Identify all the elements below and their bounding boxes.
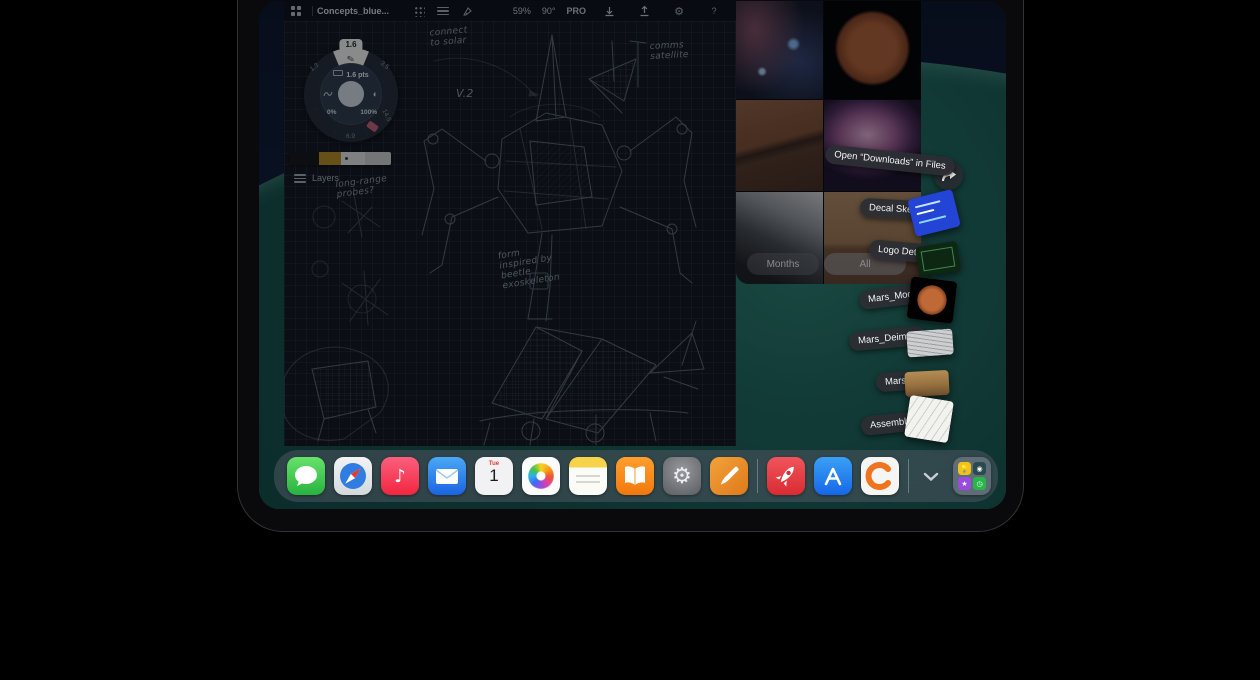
- annotation-connect-solar: connect to solar: [429, 25, 469, 48]
- dock-photos-icon[interactable]: [522, 457, 560, 495]
- photo-orion-nebula[interactable]: [824, 100, 921, 191]
- zoom-level[interactable]: 59%: [513, 6, 531, 16]
- segment-all[interactable]: All: [824, 253, 906, 275]
- dock-music-icon[interactable]: ♪: [381, 457, 419, 495]
- rotation-angle[interactable]: 90°: [542, 6, 556, 16]
- share-forward-icon[interactable]: [934, 161, 963, 190]
- ipad-screen: Concepts_blue... 59% 90° PRO ⚙: [259, 1, 1006, 509]
- photos-flower-icon: [528, 463, 554, 489]
- app-grid-icon[interactable]: [288, 4, 304, 18]
- selection-lines-icon[interactable]: [435, 4, 451, 18]
- photo-nebula-flame[interactable]: [736, 1, 823, 99]
- dock-rocket-icon[interactable]: [767, 457, 805, 495]
- annotation-version: V.2: [456, 89, 474, 99]
- applib-tips-icon: 💡: [958, 462, 971, 475]
- applib-star-icon: ★: [958, 477, 971, 490]
- segment-months[interactable]: Months: [747, 253, 819, 275]
- dock-divider: [757, 459, 758, 493]
- dock-app-library-icon[interactable]: 💡 ◉ ★ ◷: [953, 457, 991, 495]
- dock-concepts-icon[interactable]: [710, 457, 748, 495]
- dock-c-app-icon[interactable]: [861, 457, 899, 495]
- export-icon[interactable]: [636, 4, 652, 18]
- import-icon[interactable]: [601, 4, 617, 18]
- concepts-app-window: Concepts_blue... 59% 90° PRO ⚙: [284, 1, 736, 446]
- wheel-center-knob[interactable]: [338, 81, 364, 107]
- document-title[interactable]: Concepts_blue...: [317, 6, 389, 16]
- pen-nib-icon[interactable]: [459, 4, 475, 18]
- color-strip[interactable]: [289, 152, 391, 165]
- drawing-canvas[interactable]: connect to solar comms satellite V.2 lon…: [284, 21, 736, 446]
- dock-notes-icon[interactable]: [569, 457, 607, 495]
- dock-safari-icon[interactable]: [334, 457, 372, 495]
- applib-clock-icon: ◷: [973, 477, 986, 490]
- dock-appstore-icon[interactable]: [814, 457, 852, 495]
- dock-mail-icon[interactable]: [428, 457, 466, 495]
- photos-app-window: Months All: [736, 1, 921, 284]
- calendar-day: 1: [475, 467, 513, 484]
- pro-badge[interactable]: PRO: [566, 6, 586, 16]
- photo-mars-landscape[interactable]: [736, 100, 823, 191]
- opacity-max-label: 100%: [360, 109, 377, 116]
- brush-size-label: 1.6 pts: [320, 70, 382, 79]
- color-swatch-gold[interactable]: [319, 152, 341, 165]
- opacity-min-label: 0%: [327, 109, 336, 116]
- active-size-tab: 1.6: [339, 39, 362, 50]
- applib-camera-icon: ◉: [973, 462, 986, 475]
- color-swatch-lightgray[interactable]: [341, 152, 365, 165]
- contrast-icon[interactable]: ◐: [373, 89, 378, 99]
- tool-wheel[interactable]: ✎ 1.6 1.3 3.5 6.9 14.5 1.6 pts 0% 100% ◐: [304, 48, 398, 142]
- toolbar-divider: [312, 6, 313, 16]
- dock-chevron-down-icon[interactable]: [918, 457, 944, 495]
- layers-button[interactable]: Layers: [294, 172, 339, 185]
- dock-calendar-icon[interactable]: Tue 1: [475, 457, 513, 495]
- concepts-toolbar: Concepts_blue... 59% 90° PRO ⚙: [284, 1, 736, 21]
- tool-wheel-inner[interactable]: 1.6 pts 0% 100% ◐: [320, 63, 382, 125]
- color-swatch-black[interactable]: [289, 152, 319, 165]
- settings-gear-icon[interactable]: ⚙: [671, 4, 687, 18]
- help-icon[interactable]: ?: [706, 4, 722, 18]
- color-swatch-gray[interactable]: [365, 152, 391, 165]
- wheel-size-3[interactable]: 6.9: [346, 133, 355, 140]
- photo-mars-globe[interactable]: [824, 1, 921, 99]
- layers-label: Layers: [312, 173, 339, 183]
- layers-icon: [294, 172, 306, 185]
- dock: ♪ Tue 1 ⚙: [274, 450, 998, 502]
- smoothing-icon[interactable]: [323, 90, 333, 98]
- ipad-device-frame: Concepts_blue... 59% 90° PRO ⚙: [237, 0, 1024, 532]
- annotation-comms-satellite: comms satellite: [650, 40, 690, 62]
- dots-grid-icon[interactable]: [411, 4, 427, 18]
- dock-messages-icon[interactable]: [287, 457, 325, 495]
- dock-books-icon[interactable]: [616, 457, 654, 495]
- dock-settings-icon[interactable]: ⚙: [663, 457, 701, 495]
- dock-divider: [908, 459, 909, 493]
